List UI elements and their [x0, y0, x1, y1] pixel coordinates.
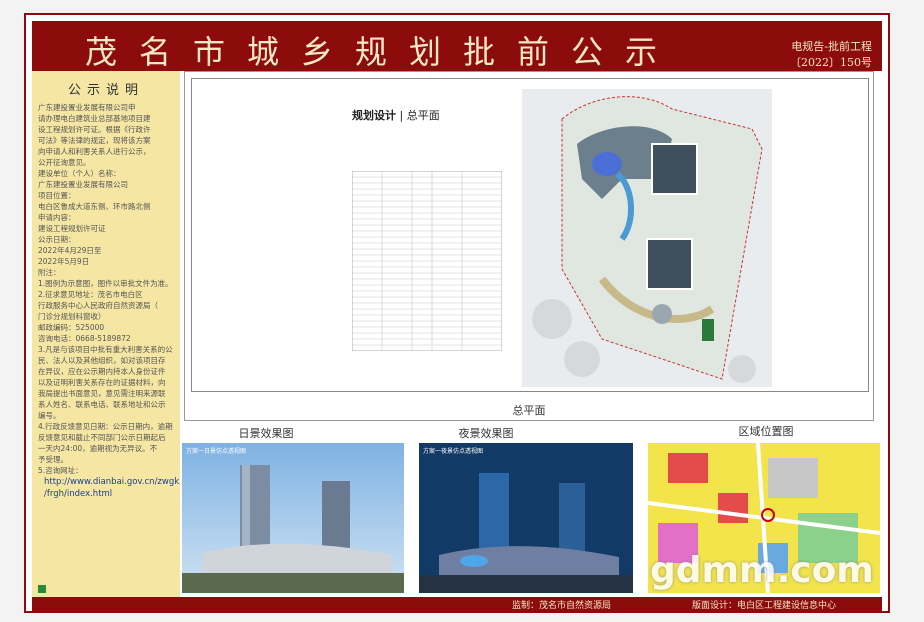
location-caption: 区域位置图 [738, 425, 794, 438]
notice-line: 可法》等法律的规定，现将该方案 [38, 136, 151, 145]
plan-area: 规划设计 | 总平面 总平面 [184, 71, 874, 421]
notice-line: 向申请人和利害关系人进行公示， [38, 147, 151, 156]
notice-panel: 公示说明 广东建投置业发展有限公司申请办理电白建筑业总部基地项目建 设工程规划许可… [32, 71, 180, 597]
notice-line: 在异议，应在公示期内持本人身份证件 [38, 367, 166, 376]
footer-supervisor: 监制：茂名市自然资源局 [512, 601, 612, 611]
notice-line: 5.咨询网址： [38, 466, 83, 475]
night-caption: 夜景效果图 [458, 427, 514, 440]
notice-link-line1[interactable]: http://www.dianbai.gov.cn/zwgk [32, 476, 180, 488]
notice-line: 邮政编码：525000 [38, 323, 105, 332]
plan-heading-main: 规划设计 [352, 109, 396, 122]
notice-line: 广东建投置业发展有限公司 [38, 180, 128, 189]
notice-line: 附注： [38, 268, 61, 277]
notice-line: 2022年4月29日至 [38, 246, 102, 255]
notice-line: 民、法人以及其他组织，如对该项目存 [38, 356, 166, 365]
notice-line: 门诊分规划科窗收） [38, 312, 106, 321]
notice-line: 广东建投置业发展有限公司申 [38, 103, 136, 112]
site-plan-drawing [522, 89, 772, 387]
plan-frame: 规划设计 | 总平面 [191, 78, 869, 392]
notice-line: 4.行政反馈意见日期：公示日期内，逾期 [38, 422, 173, 431]
page-title: 茂名市城乡规划批前公示 [84, 33, 679, 71]
day-render-image: 方案一日景仿点透视图 [182, 443, 404, 593]
notice-line: 公开征询意见。 [38, 158, 91, 167]
notice-line: 3.凡是与该项目中批有重大利害关系的公 [38, 345, 173, 354]
notice-line: 建设单位（个人）名称： [38, 169, 121, 178]
doc-number-line2: 〔2022〕150号 [790, 56, 872, 69]
notice-body: 广东建投置业发展有限公司申请办理电白建筑业总部基地项目建 设工程规划许可证。根据《… [32, 102, 180, 476]
notice-line: 请办理电白建筑业总部基地项目建 [38, 114, 151, 123]
notice-line: 反馈意见和截止不同部门公示日期起后 [38, 433, 166, 442]
watermark-logo: gdmm.com [650, 550, 874, 591]
plan-label: 总平面 [512, 404, 546, 417]
notice-line: 设工程规划许可证。根据《行政许 [38, 125, 151, 134]
notice-line: 予受理。 [38, 455, 68, 464]
qr-icon [38, 585, 46, 593]
notice-board: 茂名市城乡规划批前公示 电规告-批前工程 〔2022〕150号 公示说明 广东建… [24, 13, 890, 613]
notice-line: 我局提出书面意见，意见需注明来源联 [38, 389, 166, 398]
notice-line: 1.图例为示意图，图件以审批文件为准。 [38, 279, 173, 288]
notice-line: 项目位置： [38, 191, 76, 200]
notice-line: 编号。 [38, 411, 61, 420]
doc-number-line1: 电规告-批前工程 [791, 40, 872, 53]
plan-heading: 规划设计 | 总平面 [352, 109, 440, 122]
footer-design: 版面设计：电白区工程建设信息中心 [692, 601, 837, 611]
notice-line: 2022年5月9日 [38, 257, 90, 266]
notice-line: 系人姓名、联系电话、联系地址和公示 [38, 400, 166, 409]
night-render-caption: 方案一夜景仿点透视图 [423, 448, 484, 455]
day-render-caption: 方案一日景仿点透视图 [186, 448, 247, 455]
notice-line: 一天内24:00，逾期视为无异议。不 [38, 444, 158, 453]
notice-line: 公示日期： [38, 235, 76, 244]
notice-line: 2.征求意见地址：茂名市电白区 [38, 290, 143, 299]
night-render-image: 方案一夜景仿点透视图 [419, 443, 633, 593]
footer-bar: 监制：茂名市自然资源局 版面设计：电白区工程建设信息中心 [32, 597, 882, 611]
notice-link-line2[interactable]: /frgh/index.html [32, 488, 180, 500]
spec-table [352, 171, 502, 351]
notice-line: 建设工程规划许可证 [38, 224, 106, 233]
notice-line: 电白区鲁成大道东侧、环市路北侧 [38, 202, 151, 211]
plan-heading-sub: 总平面 [406, 109, 440, 122]
notice-line: 行政服务中心人民政府自然资源局（ [38, 301, 158, 310]
notice-title: 公示说明 [67, 83, 144, 98]
header-bar: 茂名市城乡规划批前公示 电规告-批前工程 〔2022〕150号 [32, 21, 882, 71]
notice-line: 咨询电话：0668-5189872 [38, 334, 131, 343]
notice-line: 以及证明利害关系存在的证据材料，向 [38, 378, 166, 387]
document-number: 电规告-批前工程 〔2022〕150号 [790, 39, 872, 71]
notice-line: 申请内容： [38, 213, 76, 222]
day-caption: 日景效果图 [238, 427, 294, 440]
